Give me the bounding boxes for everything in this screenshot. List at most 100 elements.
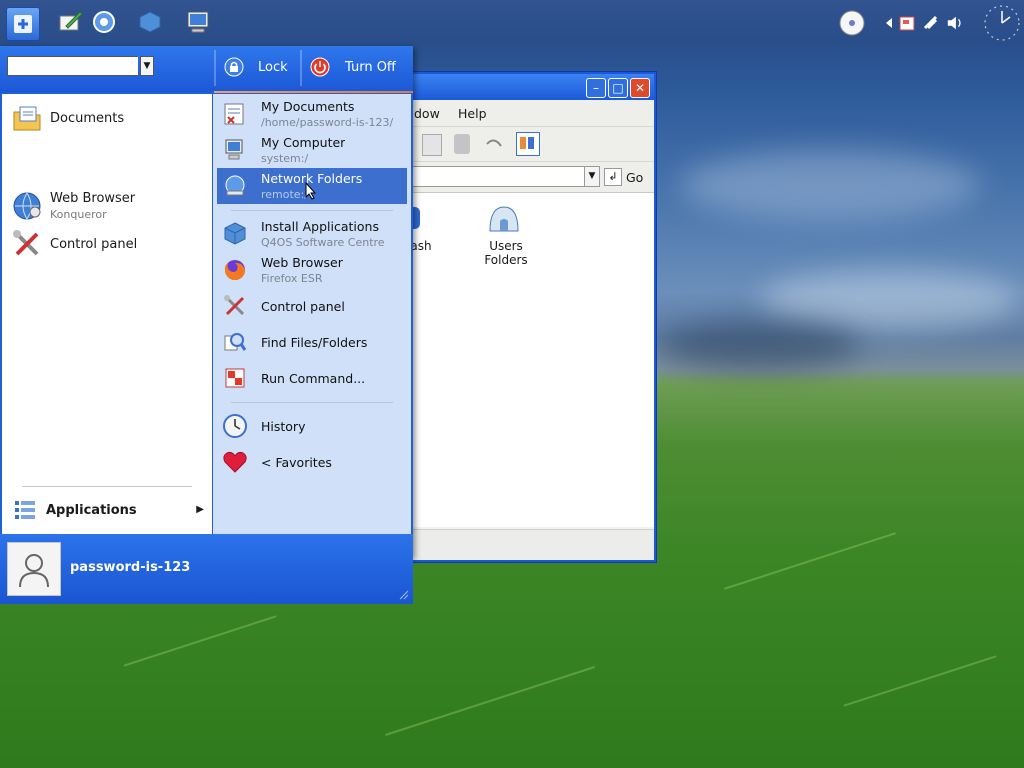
control-panel-tools-icon bbox=[10, 227, 44, 261]
quicklaunch-text-editor[interactable] bbox=[54, 6, 86, 38]
search-dropdown[interactable]: ▼ bbox=[140, 56, 154, 76]
quicklaunch-web-browser[interactable] bbox=[88, 6, 120, 38]
paste-button[interactable] bbox=[422, 134, 442, 156]
maximize-icon: □ bbox=[612, 81, 624, 95]
lock-label: Lock bbox=[258, 59, 288, 75]
clock-icon bbox=[984, 5, 1020, 41]
turn-off-button[interactable]: Turn Off bbox=[310, 56, 396, 78]
right-item-label: Run Command... bbox=[261, 370, 366, 386]
right-item-sublabel: Firefox ESR bbox=[261, 272, 323, 285]
turn-off-label: Turn Off bbox=[345, 59, 396, 75]
my-documents-icon bbox=[221, 100, 249, 128]
users-folders-item[interactable] bbox=[486, 201, 522, 237]
my-computer-icon bbox=[187, 11, 209, 33]
software-centre-icon bbox=[221, 220, 249, 248]
toolbar bbox=[406, 127, 654, 162]
avatar[interactable] bbox=[7, 542, 61, 596]
run-command-icon bbox=[221, 364, 249, 392]
header-divider bbox=[214, 50, 216, 86]
right-item-sublabel: /home/password-is-123/ bbox=[261, 116, 394, 129]
location-dropdown[interactable]: ▼ bbox=[584, 166, 600, 187]
right-item-run-command[interactable]: Run Command... bbox=[217, 360, 407, 396]
start-menu-icon bbox=[14, 15, 32, 33]
mouse-cursor-icon bbox=[305, 182, 317, 200]
start-button[interactable] bbox=[6, 7, 40, 41]
close-button[interactable]: ✕ bbox=[630, 78, 650, 98]
right-item-my-computer[interactable]: My Computer system:/ bbox=[217, 132, 407, 168]
firefox-icon bbox=[221, 256, 249, 284]
right-item-label: < Favorites bbox=[261, 454, 332, 470]
chevron-down-icon: ▼ bbox=[588, 171, 596, 181]
location-input[interactable] bbox=[406, 166, 586, 187]
lock-button[interactable]: Lock bbox=[224, 56, 288, 78]
web-browser-icon bbox=[93, 11, 115, 33]
cloud bbox=[660, 320, 860, 370]
users-folder-icon bbox=[489, 206, 519, 232]
user-avatar-icon bbox=[19, 554, 49, 588]
separator bbox=[231, 402, 393, 403]
tray-cd-disc[interactable] bbox=[838, 9, 866, 37]
tray-volume[interactable] bbox=[946, 14, 964, 32]
enter-arrow-icon: ↲ bbox=[604, 168, 622, 186]
grass-streak bbox=[385, 666, 595, 736]
right-item-install-applications[interactable]: Install Applications Q4OS Software Centr… bbox=[217, 216, 407, 252]
right-item-label: My Computer bbox=[261, 135, 346, 150]
documents-folder-icon bbox=[10, 101, 44, 135]
right-item-history[interactable]: History bbox=[217, 408, 407, 444]
maximize-button[interactable]: □ bbox=[608, 78, 628, 98]
view-mode-button[interactable] bbox=[516, 132, 540, 156]
applications-list-icon bbox=[10, 495, 40, 525]
right-item-network-folders[interactable]: Network Folders remote:/ bbox=[217, 168, 407, 204]
right-item-sublabel: system:/ bbox=[261, 152, 309, 165]
right-item-label: My Documents bbox=[261, 99, 355, 114]
right-item-label: Install Applications bbox=[261, 219, 379, 234]
left-item-web-browser[interactable]: Web Browser Konqueror bbox=[10, 186, 135, 226]
applications-menu-button[interactable]: Applications ▶ bbox=[10, 492, 204, 528]
menu-help[interactable]: Help bbox=[458, 106, 487, 121]
quicklaunch-software-package[interactable] bbox=[134, 6, 166, 38]
quicklaunch-my-computer[interactable] bbox=[182, 6, 214, 38]
left-item-control-panel[interactable]: Control panel bbox=[10, 226, 137, 262]
status-bar bbox=[406, 529, 654, 560]
right-item-find-files[interactable]: Find Files/Folders bbox=[217, 324, 407, 360]
go-button[interactable]: ↲ Go bbox=[604, 168, 643, 186]
minimize-button[interactable]: – bbox=[586, 78, 606, 98]
grass-streak bbox=[123, 615, 277, 667]
grass-streak bbox=[843, 655, 997, 707]
window-titlebar[interactable]: – □ ✕ bbox=[406, 74, 654, 100]
tray-notes[interactable] bbox=[898, 14, 916, 32]
right-item-favorites[interactable]: < Favorites bbox=[217, 444, 407, 480]
software-package-icon bbox=[139, 11, 161, 33]
delete-button[interactable] bbox=[454, 134, 470, 154]
right-item-label: Find Files/Folders bbox=[261, 334, 368, 350]
tray-network[interactable] bbox=[922, 14, 940, 32]
undo-icon bbox=[486, 139, 502, 147]
tray-clock[interactable] bbox=[982, 3, 1022, 43]
close-icon: ✕ bbox=[634, 81, 646, 95]
right-item-control-panel[interactable]: Control panel bbox=[217, 288, 407, 324]
chevron-right-icon: ▶ bbox=[196, 504, 204, 515]
right-item-firefox[interactable]: Web Browser Firefox ESR bbox=[217, 252, 407, 288]
tray-arrow[interactable] bbox=[880, 14, 898, 32]
right-item-label: History bbox=[261, 418, 306, 434]
right-panel: My Documents /home/password-is-123/ My C… bbox=[213, 94, 411, 534]
menu-window[interactable]: dow bbox=[414, 106, 440, 121]
left-item-label: Web Browser bbox=[50, 191, 136, 206]
location-bar: ▼ ↲ Go bbox=[406, 162, 654, 193]
file-view[interactable]: ash Users Folders bbox=[406, 193, 654, 527]
separator bbox=[22, 486, 192, 487]
favorites-heart-icon bbox=[221, 448, 249, 476]
right-item-my-documents[interactable]: My Documents /home/password-is-123/ bbox=[217, 96, 407, 132]
history-clock-icon bbox=[221, 412, 249, 440]
minimize-icon: – bbox=[593, 81, 599, 95]
separator bbox=[231, 210, 393, 211]
file-manager-window[interactable]: – □ ✕ dow Help ▼ ↲ Go ash Users Folders bbox=[404, 72, 656, 562]
left-item-documents[interactable]: Documents bbox=[10, 100, 124, 136]
find-files-icon bbox=[221, 328, 249, 356]
search-box[interactable] bbox=[7, 56, 138, 76]
lock-icon bbox=[224, 57, 244, 77]
resize-grip-icon[interactable] bbox=[397, 588, 409, 600]
volume-icon bbox=[947, 16, 961, 30]
undo-button[interactable] bbox=[484, 134, 504, 154]
search-input[interactable] bbox=[8, 57, 138, 75]
